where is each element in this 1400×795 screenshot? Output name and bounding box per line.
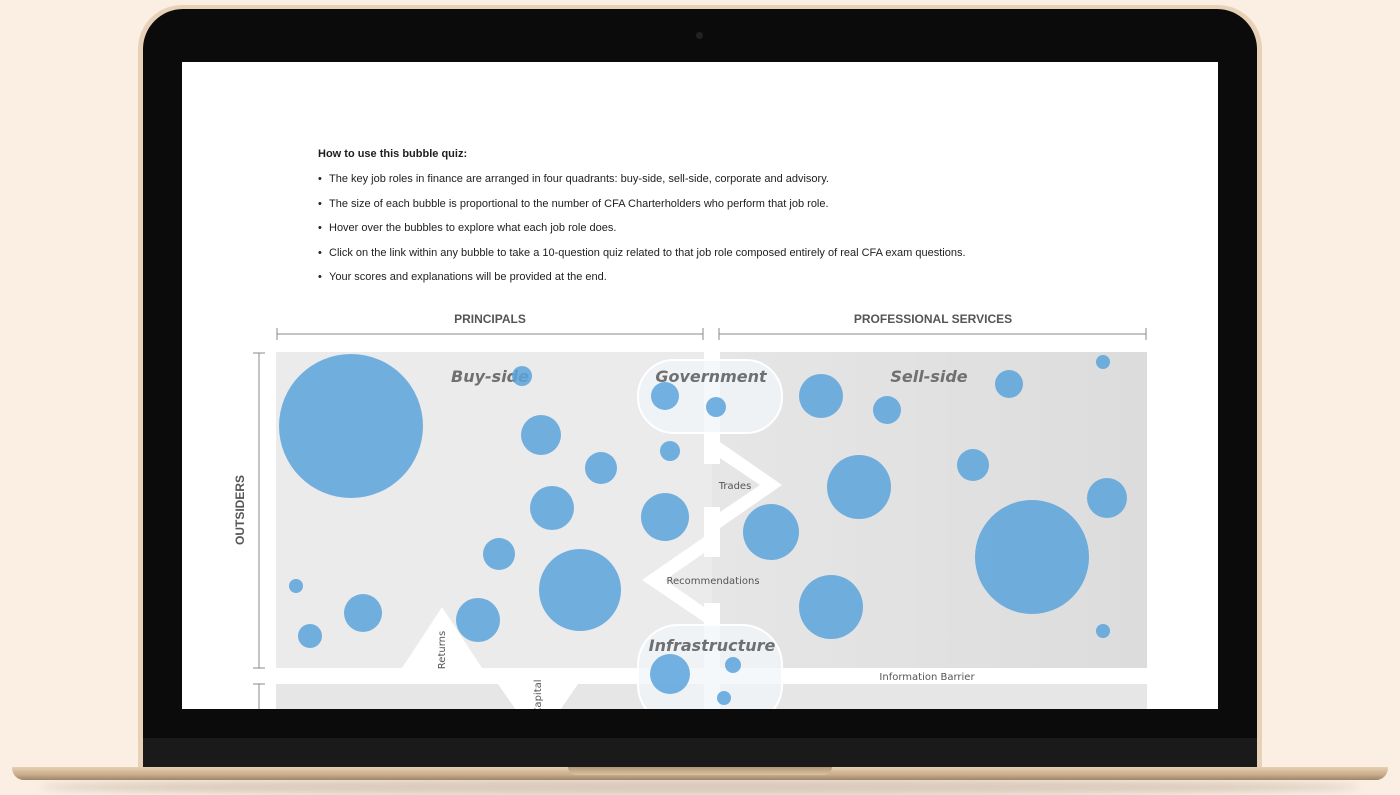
job-role-bubble[interactable] — [650, 654, 690, 694]
outsiders-label: OUTSIDERS — [233, 475, 247, 545]
returns-label: Returns — [437, 631, 448, 669]
job-role-bubble[interactable] — [641, 493, 689, 541]
principals-axis: PRINCIPALS — [276, 312, 704, 340]
information-barrier-label: Information Barrier — [879, 672, 975, 683]
job-role-bubble[interactable] — [1096, 355, 1110, 369]
government-label: Government — [655, 367, 768, 386]
job-role-bubble[interactable] — [344, 594, 382, 632]
job-role-bubble[interactable] — [1096, 624, 1110, 638]
recommendations-label: Recommendations — [666, 576, 759, 587]
job-role-bubble[interactable] — [289, 579, 303, 593]
principals-label: PRINCIPALS — [454, 312, 526, 326]
job-role-bubble[interactable] — [660, 441, 680, 461]
job-role-bubble[interactable] — [512, 366, 532, 386]
job-role-bubble[interactable] — [717, 691, 731, 705]
job-role-bubble[interactable] — [873, 396, 901, 424]
job-role-bubble[interactable] — [799, 374, 843, 418]
job-role-bubble[interactable] — [725, 657, 741, 673]
sell-side-label: Sell-side — [890, 367, 967, 386]
job-role-bubble[interactable] — [298, 624, 322, 648]
job-role-bubble[interactable] — [651, 382, 679, 410]
laptop-notch — [568, 767, 832, 775]
infrastructure-label: Infrastructure — [649, 636, 776, 655]
job-role-bubble[interactable] — [995, 370, 1023, 398]
job-role-bubble[interactable] — [530, 486, 574, 530]
webcam — [696, 32, 703, 39]
job-role-bubble[interactable] — [456, 598, 500, 642]
job-role-bubble[interactable] — [827, 455, 891, 519]
screen: How to use this bubble quiz: The key job… — [182, 62, 1218, 709]
job-role-bubble[interactable] — [585, 452, 617, 484]
job-role-bubble[interactable] — [521, 415, 561, 455]
outsiders-axis: OUTSIDERS — [233, 352, 265, 709]
job-role-bubble[interactable] — [279, 354, 423, 498]
job-role-bubble[interactable] — [706, 397, 726, 417]
laptop-shadow — [40, 779, 1360, 795]
capital-label: Capital — [533, 679, 544, 709]
job-role-bubble[interactable] — [1087, 478, 1127, 518]
job-role-bubble[interactable] — [743, 504, 799, 560]
professional-services-axis: PROFESSIONAL SERVICES — [718, 312, 1147, 340]
trades-label: Trades — [718, 481, 752, 492]
job-role-bubble[interactable] — [799, 575, 863, 639]
job-role-bubble[interactable] — [957, 449, 989, 481]
job-role-bubble[interactable] — [483, 538, 515, 570]
job-role-bubble[interactable] — [539, 549, 621, 631]
job-role-bubble[interactable] — [975, 500, 1089, 614]
bubble-diagram: PRINCIPALS PROFESSIONAL SERVICES OUTSIDE… — [233, 312, 1147, 709]
professional-services-label: PROFESSIONAL SERVICES — [854, 312, 1012, 326]
